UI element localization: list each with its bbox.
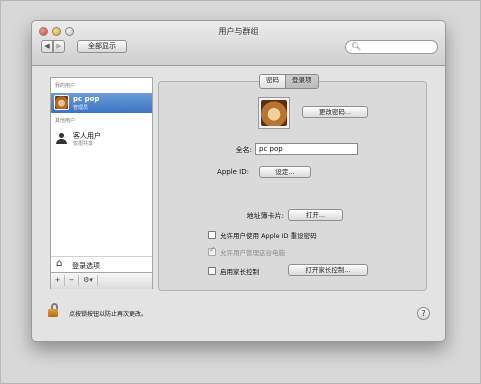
user-list-sidebar: 我的用户 pc pop 管理员 其他用户 客人用户 仅限共享 ⌂ 登录选项 + …: [50, 77, 153, 289]
tab-password[interactable]: 密码: [260, 75, 285, 88]
allow-admin-checkbox[interactable]: ✓: [208, 245, 216, 256]
open-parental-controls-button[interactable]: 打开家长控制...: [288, 264, 368, 276]
tab-bar: 密码 登录项: [259, 74, 319, 89]
chevron-left-icon: ◀: [44, 42, 50, 50]
apple-id-set-button[interactable]: 设定...: [259, 166, 311, 178]
login-options-item[interactable]: ⌂ 登录选项: [51, 256, 152, 272]
lock-icon[interactable]: [48, 303, 58, 317]
reset-password-label: 允许用户使用 Apple ID 重设密码: [220, 232, 317, 240]
search-field[interactable]: 🔍︎: [345, 40, 438, 54]
user-settings-panel: [158, 81, 427, 291]
help-button[interactable]: ?: [417, 307, 430, 320]
sidebar-button-bar: + − ⚙▾: [51, 272, 152, 289]
parental-controls-checkbox[interactable]: [208, 267, 216, 275]
tab-login-items[interactable]: 登录项: [285, 75, 318, 88]
contacts-open-button[interactable]: 打开...: [288, 209, 343, 221]
lion-picture: [261, 100, 287, 126]
remove-user-button[interactable]: −: [65, 275, 79, 286]
user-name: pc pop: [73, 95, 100, 103]
user-item-pc-pop[interactable]: pc pop 管理员: [51, 93, 152, 113]
user-picture[interactable]: [258, 97, 290, 129]
house-icon: ⌂: [56, 258, 63, 269]
my-users-header: 我的用户: [55, 83, 76, 89]
back-button[interactable]: ◀: [41, 40, 53, 53]
check-icon: ✓: [209, 245, 216, 254]
reset-password-checkbox[interactable]: [208, 231, 216, 239]
full-name-field[interactable]: pc pop: [255, 143, 358, 155]
full-name-label: 全名:: [235, 146, 252, 154]
preferences-window: 用户与群组 ◀ ▶ 全部显示 🔍︎ 我的用户 pc pop 管理员 其他用户 客…: [31, 20, 446, 342]
allow-admin-label: 允许用户管理这台电脑: [220, 249, 285, 257]
guest-user-desc: 仅限共享: [73, 141, 94, 147]
login-options-label: 登录选项: [72, 262, 100, 270]
show-all-button[interactable]: 全部显示: [77, 40, 127, 53]
parental-controls-label: 启用家长控制: [220, 268, 259, 276]
apple-id-label: Apple ID:: [217, 168, 249, 176]
guest-user-icon: [56, 133, 67, 145]
title-bar: 用户与群组 ◀ ▶ 全部显示 🔍︎: [32, 21, 445, 66]
action-menu-button[interactable]: ⚙▾: [79, 275, 98, 286]
contacts-card-label: 地址簿卡片:: [246, 212, 284, 220]
lock-status-text: 点按锁按钮以防止再次更改。: [69, 311, 148, 318]
forward-button[interactable]: ▶: [53, 40, 65, 53]
search-icon: 🔍︎: [351, 42, 362, 51]
chevron-right-icon: ▶: [56, 42, 62, 50]
add-user-button[interactable]: +: [51, 275, 65, 286]
change-password-button[interactable]: 更改密码...: [302, 106, 368, 118]
other-users-header: 其他用户: [55, 118, 76, 124]
user-role: 管理员: [73, 105, 89, 111]
window-title: 用户与群组: [218, 27, 259, 36]
avatar: [54, 95, 69, 110]
